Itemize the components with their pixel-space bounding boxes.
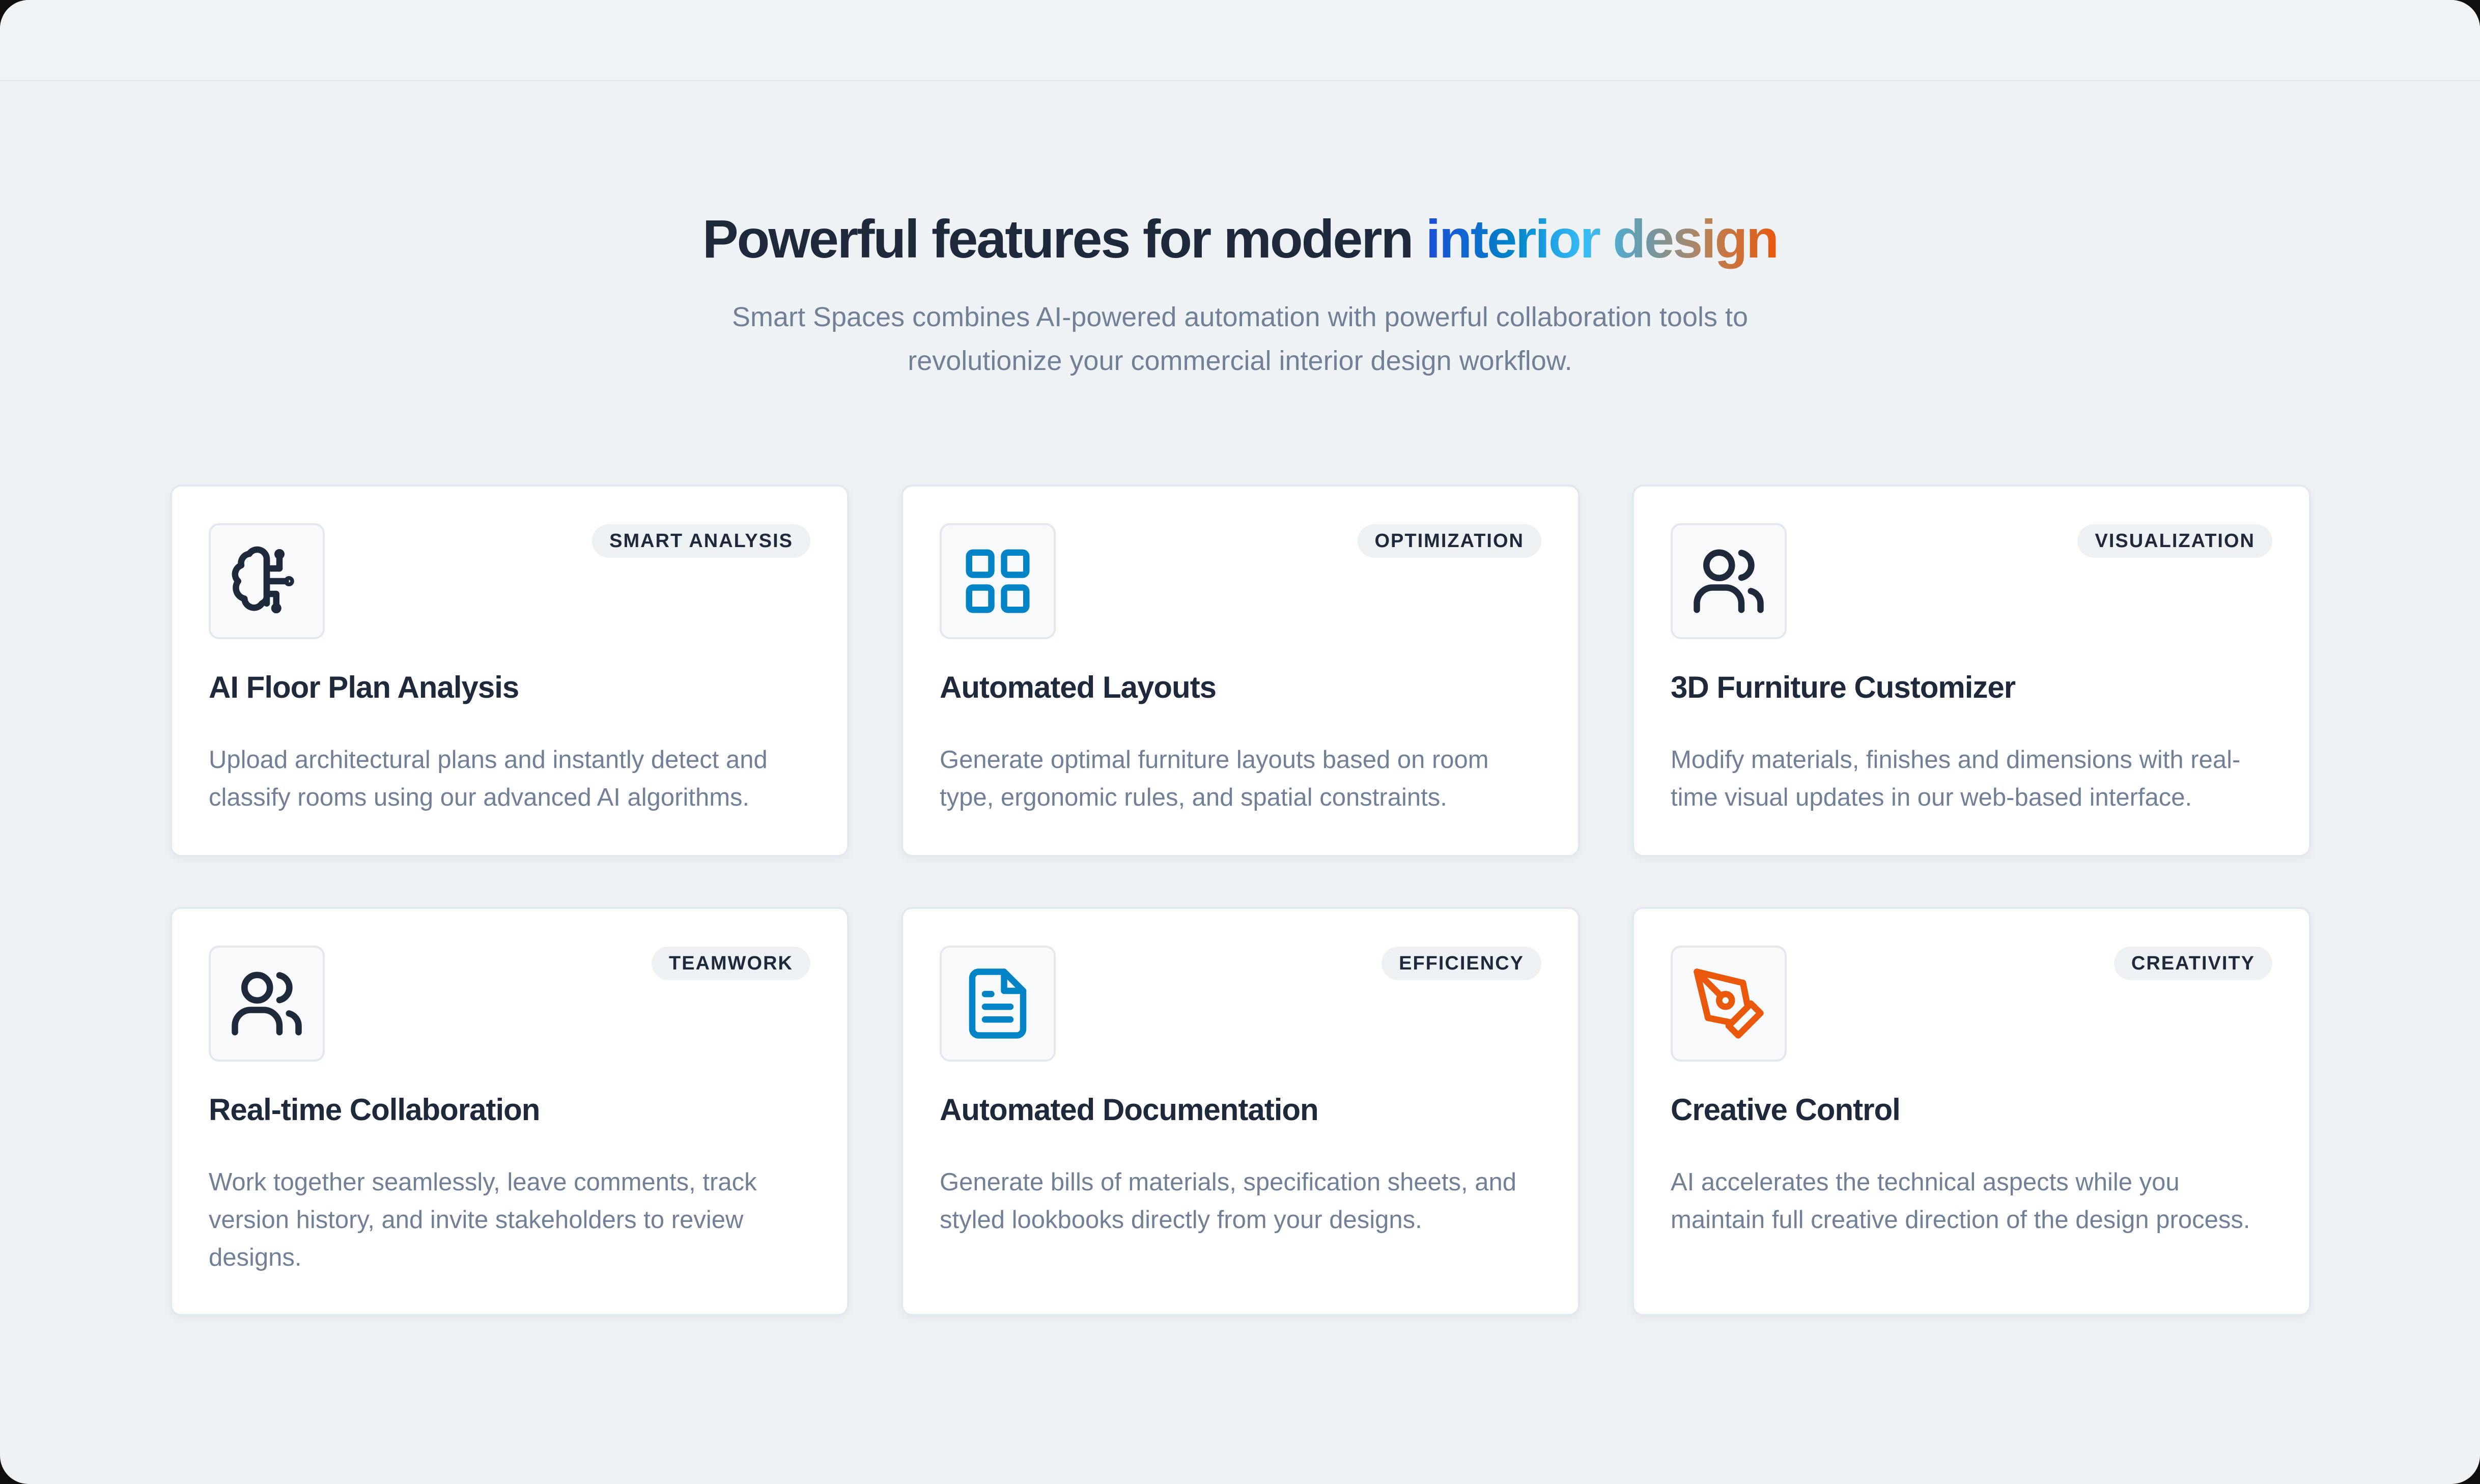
icon-container bbox=[1671, 946, 1787, 1062]
feature-description: Modify materials, finishes and dimension… bbox=[1671, 746, 2241, 811]
app-window: Powerful features for modern interior de… bbox=[0, 0, 2480, 1484]
feature-badge: OPTIMIZATION bbox=[1357, 524, 1541, 558]
section-title: Powerful features for modern interior de… bbox=[0, 204, 2480, 275]
section-subtitle: Smart Spaces combines AI-powered automat… bbox=[731, 302, 1749, 376]
feature-badge: CREATIVITY bbox=[2113, 947, 2272, 980]
icon-container bbox=[940, 946, 1056, 1062]
title-main: Powerful features for modern bbox=[702, 209, 1426, 269]
document-icon bbox=[969, 968, 1027, 1039]
feature-title: Automated Layouts bbox=[940, 670, 1217, 704]
feature-description: Work together seamlessly, leave comments… bbox=[209, 1168, 757, 1271]
icon-container bbox=[1671, 523, 1787, 639]
feature-description: Upload architectural plans and instantly… bbox=[209, 746, 768, 811]
feature-description: Generate optimal furniture layouts based… bbox=[940, 746, 1489, 811]
feature-title: Real-time Collaboration bbox=[209, 1093, 540, 1127]
feature-badge: VISUALIZATION bbox=[2077, 524, 2272, 558]
feature-title: Creative Control bbox=[1671, 1093, 1901, 1127]
feature-title: AI Floor Plan Analysis bbox=[209, 670, 519, 704]
feature-title: Automated Documentation bbox=[940, 1093, 1319, 1127]
feature-card-floor-plan-analysis[interactable]: SMART ANALYSIS AI Floor Plan Analysis Up… bbox=[170, 484, 849, 857]
feature-badge: TEAMWORK bbox=[652, 947, 810, 980]
users-icon bbox=[1694, 549, 1764, 613]
icon-container bbox=[209, 523, 325, 639]
users-icon bbox=[232, 972, 302, 1036]
feature-card-3d-furniture-customizer[interactable]: VISUALIZATION 3D Furniture Customizer Mo… bbox=[1632, 484, 2311, 857]
features-grid: SMART ANALYSIS AI Floor Plan Analysis Up… bbox=[170, 484, 2311, 1316]
grid-icon bbox=[966, 549, 1030, 613]
feature-title: 3D Furniture Customizer bbox=[1671, 670, 2016, 704]
top-bar bbox=[0, 0, 2480, 81]
feature-badge: SMART ANALYSIS bbox=[592, 524, 810, 558]
brain-icon bbox=[232, 546, 294, 614]
feature-description: AI accelerates the technical aspects whi… bbox=[1671, 1168, 2250, 1234]
feature-description: Generate bills of materials, specificati… bbox=[940, 1168, 1517, 1234]
feature-card-automated-documentation[interactable]: EFFICIENCY Automated Documentation Gener… bbox=[901, 907, 1580, 1316]
pen-tool-icon bbox=[1694, 968, 1764, 1039]
feature-card-real-time-collaboration[interactable]: TEAMWORK Real-time Collaboration Work to… bbox=[170, 907, 849, 1316]
feature-card-creative-control[interactable]: CREATIVITY Creative Control AI accelerat… bbox=[1632, 907, 2311, 1316]
feature-badge: EFFICIENCY bbox=[1382, 947, 1541, 980]
icon-container bbox=[209, 946, 325, 1062]
title-accent: interior design bbox=[1425, 209, 1779, 269]
feature-card-automated-layouts[interactable]: OPTIMIZATION Automated Layouts Generate … bbox=[901, 484, 1580, 857]
icon-container bbox=[940, 523, 1056, 639]
